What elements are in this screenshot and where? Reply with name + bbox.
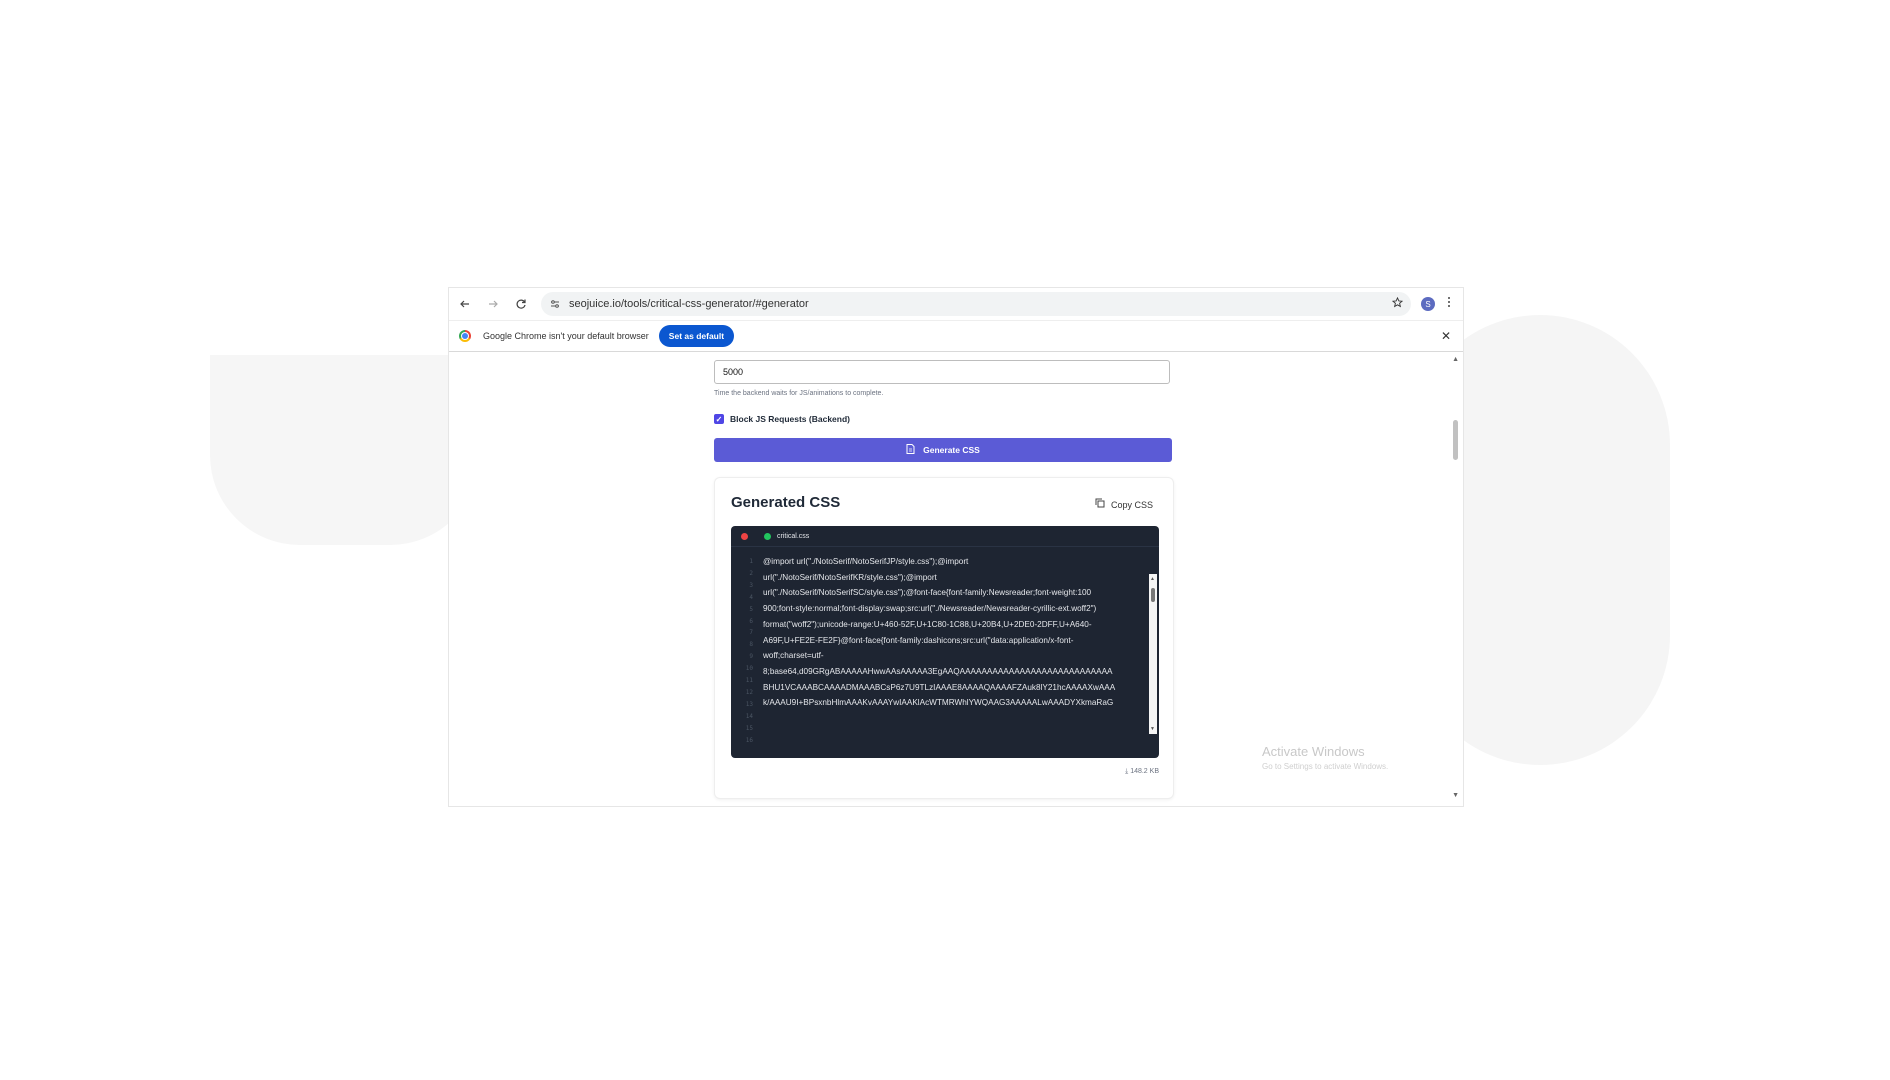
editor-body: 1 2 3 4 5 6 7 8 9 10 11 12 13 14 15 16 @… [731, 550, 1159, 758]
document-icon [906, 443, 915, 457]
copy-css-button[interactable]: Copy CSS [1095, 498, 1153, 511]
scroll-down-icon[interactable]: ▼ [1150, 726, 1155, 732]
infobar-message: Google Chrome isn't your default browser [483, 331, 649, 341]
code-editor[interactable]: critical.css 1 2 3 4 5 6 7 8 9 10 11 12 … [731, 526, 1159, 758]
editor-scrollbar[interactable]: ▲ ▼ [1149, 574, 1157, 734]
file-size: ⤓ 148.2 KB [1125, 768, 1159, 775]
file-name: critical.css [777, 532, 810, 540]
css-code[interactable]: @import url("./NotoSerif/NotoSerifJP/sty… [763, 554, 1143, 706]
file-status-dot [764, 532, 771, 540]
default-browser-infobar: Google Chrome isn't your default browser… [449, 321, 1463, 352]
generate-css-label: Generate CSS [923, 445, 980, 455]
browser-window: seojuice.io/tools/critical-css-generator… [449, 288, 1463, 806]
profile-avatar[interactable]: S [1421, 297, 1435, 311]
watermark-shape [210, 355, 480, 545]
block-js-label: Block JS Requests (Backend) [730, 414, 850, 424]
url-text[interactable]: seojuice.io/tools/critical-css-generator… [569, 298, 809, 310]
scroll-up-icon[interactable]: ▲ [1150, 576, 1155, 582]
wait-time-help: Time the backend waits for JS/animations… [714, 390, 884, 397]
bookmark-star-icon[interactable] [1391, 296, 1404, 311]
more-menu-icon[interactable] [1447, 295, 1451, 313]
file-size-value: 148.2 KB [1130, 768, 1159, 775]
copy-css-label: Copy CSS [1110, 499, 1153, 510]
page-viewport: 5000 Time the backend waits for JS/anima… [449, 352, 1449, 806]
back-icon[interactable] [453, 292, 477, 316]
address-bar[interactable]: seojuice.io/tools/critical-css-generator… [541, 292, 1411, 316]
editor-header: critical.css [731, 526, 1159, 547]
generated-css-card: Generated CSS Copy CSS critical.css 1 2 … [714, 477, 1174, 799]
site-info-icon[interactable] [545, 299, 565, 309]
editor-scroll-thumb[interactable] [1151, 588, 1155, 602]
generate-css-button[interactable]: Generate CSS [714, 438, 1172, 462]
page-scroll-down-icon[interactable]: ▼ [1452, 792, 1459, 799]
wait-time-input[interactable]: 5000 [714, 360, 1170, 384]
activate-windows-subtitle: Go to Settings to activate Windows. [1262, 762, 1389, 771]
block-js-option[interactable]: ✓ Block JS Requests (Backend) [714, 414, 850, 424]
activate-windows-title: Activate Windows [1262, 744, 1365, 759]
close-icon[interactable]: ✕ [1441, 329, 1451, 343]
browser-toolbar: seojuice.io/tools/critical-css-generator… [449, 288, 1463, 321]
reload-icon[interactable] [509, 292, 533, 316]
page-scroll-thumb[interactable] [1453, 420, 1458, 460]
forward-icon[interactable] [481, 292, 505, 316]
block-js-checkbox[interactable]: ✓ [714, 414, 724, 424]
generated-css-title: Generated CSS [731, 494, 841, 511]
page-scroll-up-icon[interactable]: ▲ [1452, 356, 1459, 363]
chrome-logo-icon [459, 330, 471, 342]
line-numbers: 1 2 3 4 5 6 7 8 9 10 11 12 13 14 15 16 [745, 558, 753, 744]
window-dot-red [741, 532, 748, 540]
copy-icon [1095, 498, 1105, 511]
set-default-button[interactable]: Set as default [658, 325, 735, 347]
